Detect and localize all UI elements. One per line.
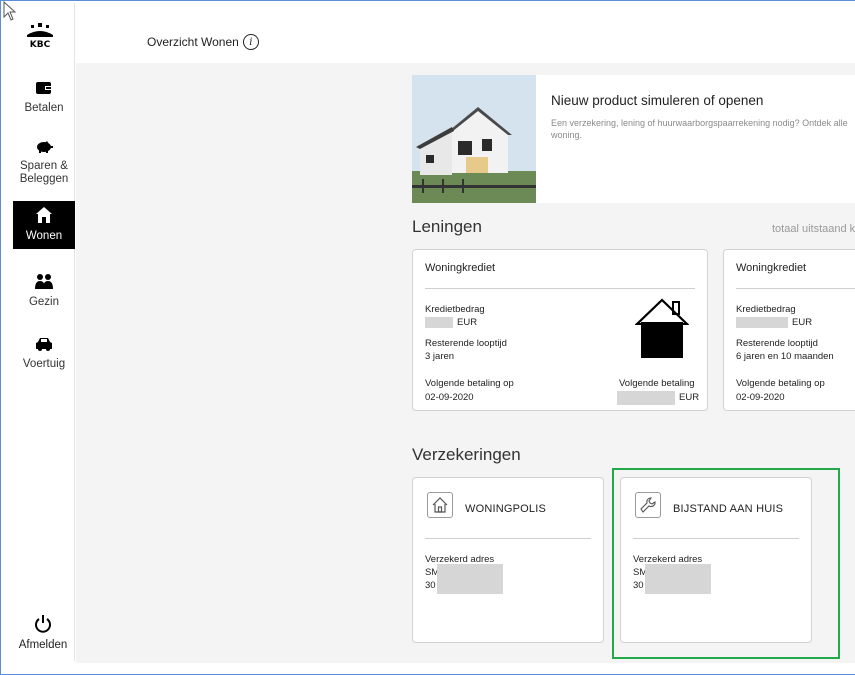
home-outline-icon: [427, 492, 453, 518]
term-label: Resterende looptijd: [736, 338, 818, 349]
logo-text: KBC: [30, 40, 51, 50]
divider: [736, 288, 855, 289]
section-title-verzekeringen: Verzekeringen: [412, 445, 521, 464]
page-title: Overzicht Wonen i: [147, 34, 259, 50]
house-icon: [13, 207, 75, 227]
info-icon[interactable]: i: [242, 34, 259, 50]
nav-item-voertuig[interactable]: Voertuig: [13, 337, 75, 371]
next-payment-date: 02-09-2020: [736, 392, 785, 403]
nav-label-gezin: Gezin: [28, 296, 60, 308]
loan-card-title: Woningkrediet: [425, 262, 496, 274]
nav-item-wonen[interactable]: Wonen: [13, 201, 75, 249]
car-icon: [13, 337, 75, 355]
highlight-box: [612, 468, 840, 659]
nav-label-sparen: Sparen & Beleggen: [19, 160, 69, 185]
nav-label-voertuig: Voertuig: [22, 358, 66, 370]
nav-label-wonen: Wonen: [25, 230, 63, 242]
wallet-icon: [13, 81, 75, 99]
divider: [425, 288, 695, 289]
next-payment-amount-label: Volgende betaling: [619, 378, 695, 389]
next-payment-date: 02-09-2020: [425, 392, 474, 403]
amount-label: Kredietbedrag: [425, 304, 485, 315]
insurance-title: WONINGPOLIS: [465, 503, 547, 515]
section-title-leningen: Leningen: [412, 217, 482, 236]
term-value: 6 jaren en 10 maanden: [736, 351, 834, 362]
loan-card[interactable]: Woningkrediet Kredietbedrag EUR Resteren…: [412, 249, 708, 411]
redacted-amount: [425, 317, 453, 328]
divider: [425, 538, 591, 539]
promo-card[interactable]: Nieuw product simuleren of openen Een ve…: [412, 75, 855, 203]
next-payment-currency: EUR: [679, 392, 700, 403]
nav-item-betalen[interactable]: Betalen: [13, 81, 75, 115]
nav-item-sparen[interactable]: Sparen & Beleggen: [13, 139, 75, 186]
logout-button[interactable]: Afmelden: [11, 615, 75, 651]
mouse-cursor-icon: [3, 1, 17, 26]
term-value: 3 jaren: [425, 351, 455, 362]
promo-title: Nieuw product simuleren of openen: [551, 93, 764, 108]
house-outline-icon: [634, 290, 690, 365]
amount-currency: EUR: [457, 317, 478, 328]
kbc-logo[interactable]: KBC: [17, 23, 63, 50]
amount-label: Kredietbedrag: [736, 304, 796, 315]
total-outstanding-label: totaal uitstaand k: [772, 223, 855, 235]
family-icon: [13, 273, 75, 293]
insurance-card[interactable]: WONINGPOLIS Verzekerd adres SM 30: [412, 477, 604, 643]
term-label: Resterende looptijd: [425, 338, 507, 349]
loan-card[interactable]: Woningkrediet Kredietbedrag EUR Resteren…: [723, 249, 855, 411]
nav-item-gezin[interactable]: Gezin: [13, 273, 75, 309]
left-nav: KBC Betalen Sparen & Beleggen Wonen Gezi…: [5, 3, 75, 661]
house-photo: [412, 75, 536, 203]
redacted-payment: [617, 391, 675, 405]
address-line-2: 30: [425, 580, 436, 591]
logout-label: Afmelden: [18, 639, 68, 651]
app-window: KBC Betalen Sparen & Beleggen Wonen Gezi…: [0, 0, 855, 675]
redacted-address: [437, 564, 503, 594]
nav-label-betalen: Betalen: [24, 102, 64, 114]
amount-currency: EUR: [792, 317, 813, 328]
page-title-text: Overzicht Wonen: [147, 35, 239, 49]
power-icon: [35, 615, 51, 633]
piggy-bank-icon: [13, 139, 75, 157]
next-payment-label: Volgende betaling op: [736, 378, 825, 389]
redacted-amount: [736, 317, 788, 328]
loan-card-title: Woningkrediet: [736, 262, 807, 274]
next-payment-label: Volgende betaling op: [425, 378, 514, 389]
promo-text: Een verzekering, lening of huurwaarborgs…: [551, 118, 848, 140]
